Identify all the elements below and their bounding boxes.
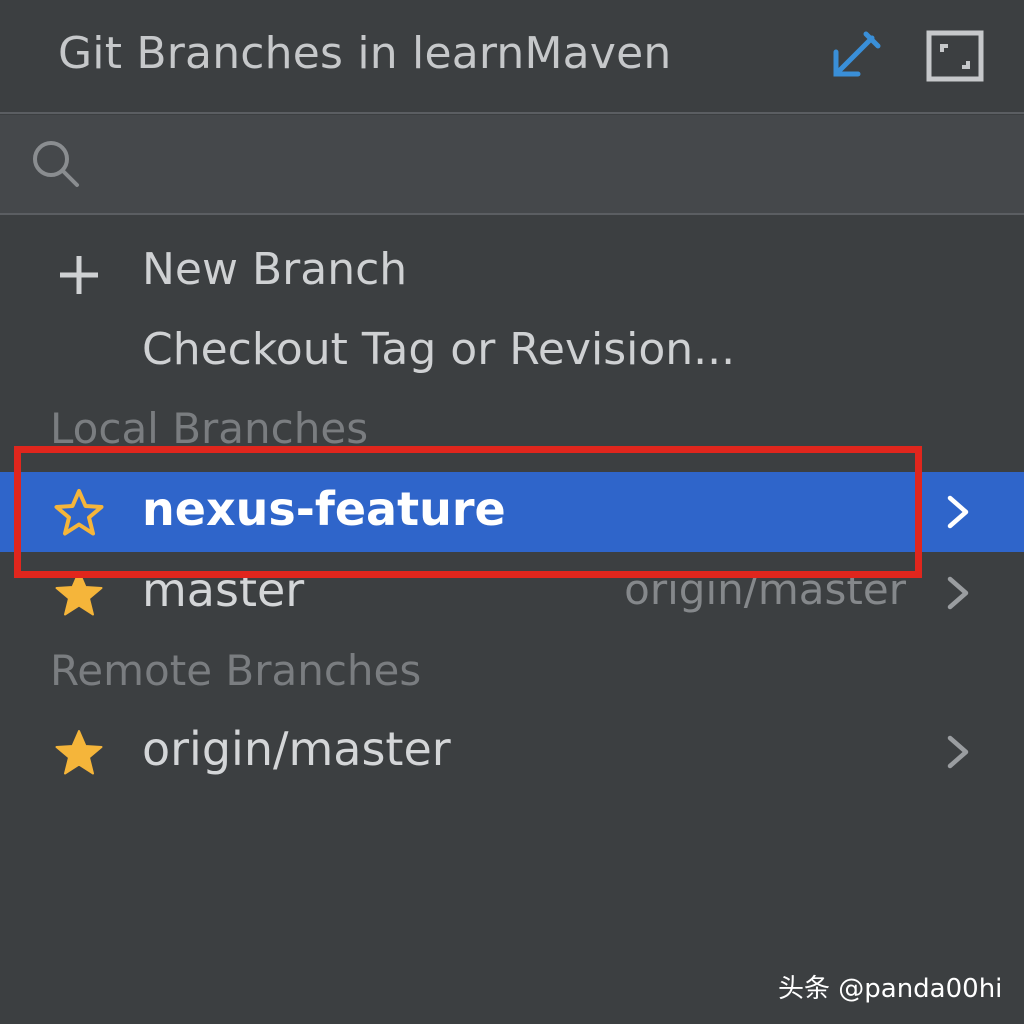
pin-arrow-icon — [833, 31, 881, 77]
search-divider — [0, 213, 1024, 215]
search-icon — [33, 141, 79, 187]
chevron-right-icon — [947, 576, 969, 610]
new-branch-action[interactable]: New Branch — [0, 234, 1024, 314]
git-branches-popup: Git Branches in learnMaven New Branch Ch… — [0, 0, 1024, 1024]
watermark: 头条 @panda00hi — [778, 974, 1003, 1004]
expand-button[interactable] — [926, 30, 984, 86]
chevron-right-icon — [947, 735, 969, 769]
chevron-right-icon — [947, 495, 969, 529]
branch-name: origin/master — [142, 722, 451, 776]
local-branches-header: Local Branches — [50, 404, 369, 453]
search-input[interactable] — [100, 128, 984, 200]
checkout-tag-label: Checkout Tag or Revision... — [142, 324, 736, 375]
branch-row-origin-master[interactable]: origin/master — [0, 712, 1024, 792]
pin-button[interactable] — [826, 30, 882, 86]
star-filled-icon — [55, 730, 103, 775]
header-divider — [0, 112, 1024, 114]
popup-header: Git Branches in learnMaven — [0, 0, 1024, 112]
branch-name: nexus-feature — [142, 482, 506, 536]
new-branch-label: New Branch — [142, 244, 408, 295]
tracking-branch-label: origin/master — [624, 565, 906, 614]
checkout-tag-action[interactable]: Checkout Tag or Revision... — [0, 314, 1024, 394]
popup-title: Git Branches in learnMaven — [58, 28, 672, 79]
branch-row-master[interactable]: master origin/master — [0, 553, 1024, 633]
plus-icon — [60, 256, 98, 294]
branch-row-nexus-feature[interactable]: nexus-feature — [0, 472, 1024, 552]
remote-branches-header: Remote Branches — [50, 646, 422, 695]
branch-name: master — [142, 563, 305, 617]
star-filled-icon — [55, 571, 103, 616]
expand-window-icon — [926, 30, 984, 82]
star-outline-icon — [54, 489, 104, 536]
